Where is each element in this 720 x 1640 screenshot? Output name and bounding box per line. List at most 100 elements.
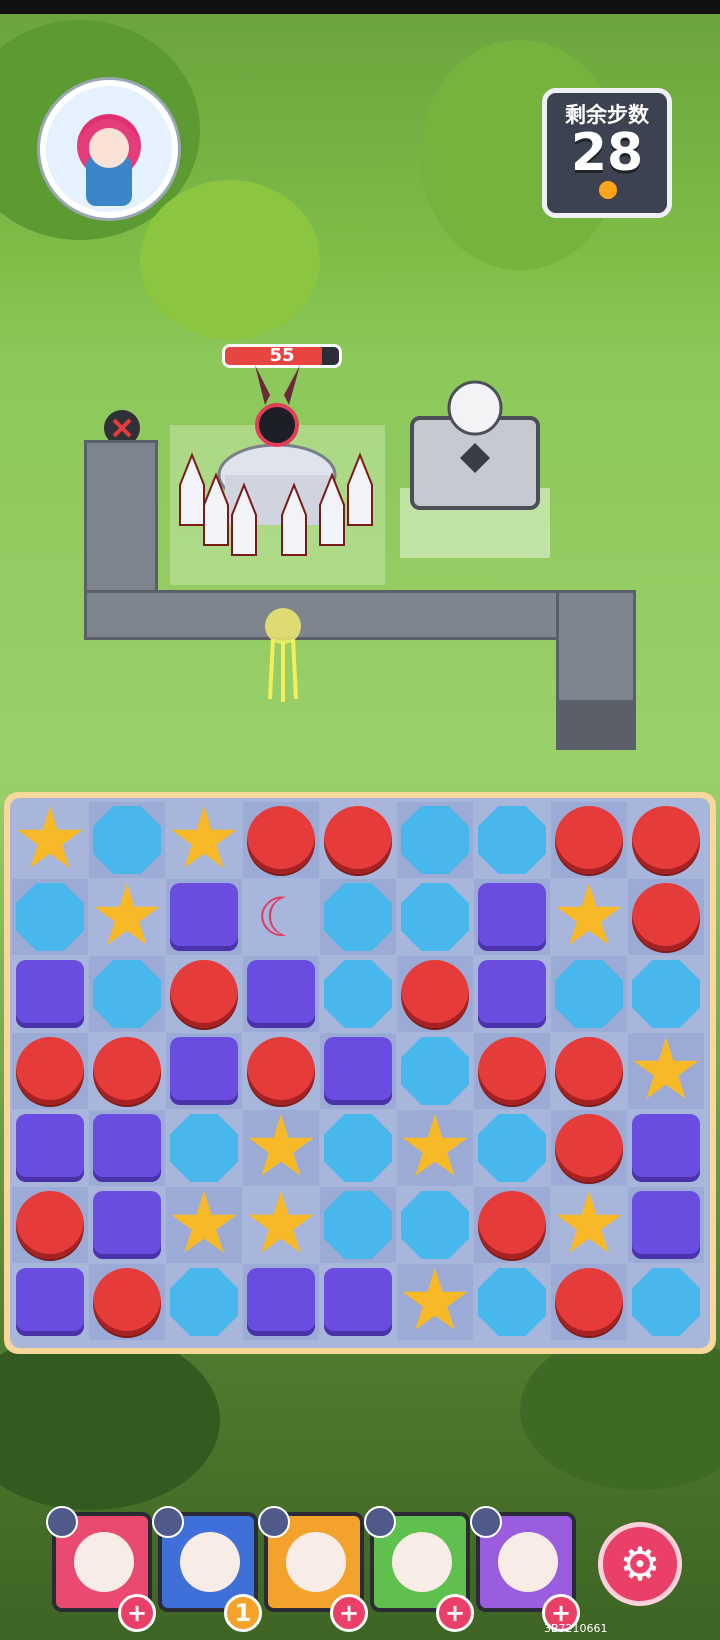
board-cell[interactable] <box>89 1187 165 1263</box>
board-cell[interactable] <box>474 956 550 1032</box>
board-cell[interactable] <box>551 1033 627 1109</box>
purple-tile-icon[interactable] <box>16 1268 84 1336</box>
yellow-tile-icon[interactable] <box>633 1037 699 1099</box>
board-cell[interactable] <box>320 1110 396 1186</box>
board-cell[interactable] <box>551 1264 627 1340</box>
yellow-tile-icon[interactable] <box>171 1191 237 1253</box>
board-cell[interactable] <box>474 1110 550 1186</box>
blue-tile-icon[interactable] <box>170 1114 238 1182</box>
board-cell[interactable] <box>628 1110 704 1186</box>
blue-tile-icon[interactable] <box>632 960 700 1028</box>
red-tile-icon[interactable] <box>93 1037 161 1105</box>
red-tile-icon[interactable] <box>555 1114 623 1182</box>
party-action-button[interactable]: + <box>436 1594 474 1632</box>
board-cell[interactable] <box>320 1187 396 1263</box>
moon-tile-icon[interactable]: ☾ <box>247 883 315 951</box>
yellow-tile-icon[interactable] <box>94 883 160 945</box>
board-cell[interactable] <box>89 1110 165 1186</box>
board-cell[interactable] <box>166 1187 242 1263</box>
blue-tile-icon[interactable] <box>324 1114 392 1182</box>
board-cell[interactable] <box>243 1264 319 1340</box>
blue-tile-icon[interactable] <box>93 806 161 874</box>
board-cell[interactable] <box>12 802 88 878</box>
board-cell[interactable] <box>551 1187 627 1263</box>
purple-tile-icon[interactable] <box>247 960 315 1028</box>
board-cell[interactable] <box>397 802 473 878</box>
board-cell[interactable] <box>12 956 88 1032</box>
board-cell[interactable] <box>12 1110 88 1186</box>
board-cell[interactable] <box>551 1110 627 1186</box>
board-cell[interactable] <box>320 1264 396 1340</box>
board-cell[interactable] <box>320 1033 396 1109</box>
board-cell[interactable] <box>89 956 165 1032</box>
purple-tile-icon[interactable] <box>170 1037 238 1105</box>
board-cell[interactable] <box>243 1033 319 1109</box>
board-cell[interactable] <box>12 1187 88 1263</box>
yellow-tile-icon[interactable] <box>402 1268 468 1330</box>
red-tile-icon[interactable] <box>555 1268 623 1336</box>
purple-tile-icon[interactable] <box>632 1191 700 1259</box>
board-cell[interactable] <box>397 879 473 955</box>
blue-tile-icon[interactable] <box>324 960 392 1028</box>
yellow-tile-icon[interactable] <box>402 1114 468 1176</box>
red-tile-icon[interactable] <box>478 1037 546 1105</box>
board-cell[interactable] <box>551 802 627 878</box>
purple-tile-icon[interactable] <box>478 960 546 1028</box>
board-cell[interactable] <box>397 1033 473 1109</box>
board-cell[interactable] <box>243 956 319 1032</box>
blue-tile-icon[interactable] <box>478 1114 546 1182</box>
blue-tile-icon[interactable] <box>170 1268 238 1336</box>
board-cell[interactable] <box>166 879 242 955</box>
yellow-tile-icon[interactable] <box>556 883 622 945</box>
party-action-button[interactable]: + <box>330 1594 368 1632</box>
yellow-tile-icon[interactable] <box>248 1114 314 1176</box>
red-tile-icon[interactable] <box>247 1037 315 1105</box>
blue-tile-icon[interactable] <box>93 960 161 1028</box>
board-cell[interactable] <box>166 1033 242 1109</box>
yellow-tile-icon[interactable] <box>171 806 237 868</box>
board-cell[interactable] <box>166 802 242 878</box>
rocket-tower-boss[interactable] <box>170 365 385 585</box>
red-tile-icon[interactable] <box>16 1037 84 1105</box>
board-cell[interactable] <box>166 956 242 1032</box>
red-tile-icon[interactable] <box>247 806 315 874</box>
purple-tile-icon[interactable] <box>478 883 546 951</box>
board-cell[interactable] <box>89 1264 165 1340</box>
yellow-tile-icon[interactable] <box>17 806 83 868</box>
red-tile-icon[interactable] <box>478 1191 546 1259</box>
party-action-button[interactable]: + <box>118 1594 156 1632</box>
yellow-tile-icon[interactable] <box>556 1191 622 1253</box>
purple-tile-icon[interactable] <box>324 1037 392 1105</box>
blue-tile-icon[interactable] <box>401 883 469 951</box>
board-cell[interactable] <box>628 802 704 878</box>
board-cell[interactable] <box>166 1110 242 1186</box>
red-tile-icon[interactable] <box>555 806 623 874</box>
board-cell[interactable] <box>628 1033 704 1109</box>
red-tile-icon[interactable] <box>555 1037 623 1105</box>
board-cell[interactable] <box>12 1264 88 1340</box>
board-cell[interactable] <box>474 1033 550 1109</box>
board-cell[interactable]: ☾ <box>243 879 319 955</box>
blue-tile-icon[interactable] <box>324 1191 392 1259</box>
blue-tile-icon[interactable] <box>324 883 392 951</box>
board-cell[interactable] <box>320 879 396 955</box>
red-tile-icon[interactable] <box>632 806 700 874</box>
board-cell[interactable] <box>397 1264 473 1340</box>
red-tile-icon[interactable] <box>401 960 469 1028</box>
board-cell[interactable] <box>628 1187 704 1263</box>
board-cell[interactable] <box>89 802 165 878</box>
blue-tile-icon[interactable] <box>401 1037 469 1105</box>
purple-tile-icon[interactable] <box>93 1191 161 1259</box>
board-cell[interactable] <box>628 879 704 955</box>
board-cell[interactable] <box>243 1187 319 1263</box>
red-tile-icon[interactable] <box>16 1191 84 1259</box>
purple-tile-icon[interactable] <box>93 1114 161 1182</box>
board-cell[interactable] <box>628 956 704 1032</box>
red-tile-icon[interactable] <box>324 806 392 874</box>
purple-tile-icon[interactable] <box>632 1114 700 1182</box>
player-avatar[interactable] <box>40 80 178 218</box>
blue-tile-icon[interactable] <box>401 806 469 874</box>
board-cell[interactable] <box>397 1187 473 1263</box>
board-cell[interactable] <box>551 879 627 955</box>
stone-crate-obstacle[interactable] <box>400 378 550 558</box>
